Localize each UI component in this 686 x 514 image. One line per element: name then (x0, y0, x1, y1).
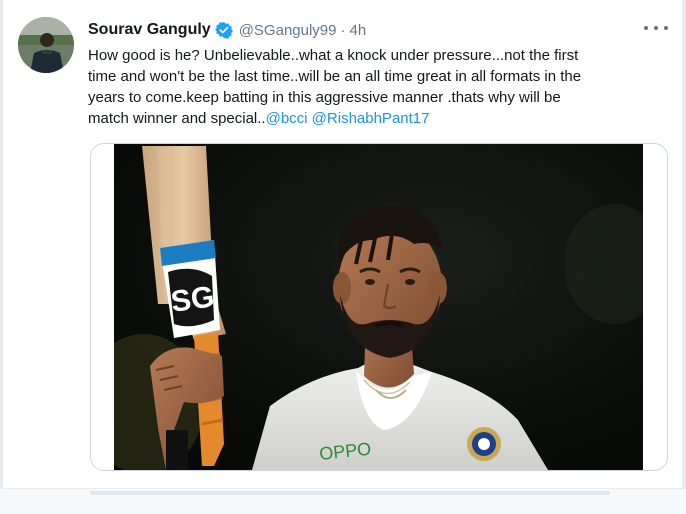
more-options-icon[interactable] (644, 20, 668, 36)
frame-left-edge (0, 0, 3, 514)
tweet-media[interactable]: SG OPPO (90, 143, 668, 471)
bat-logo-text: SG (169, 280, 217, 319)
avatar-image (18, 17, 74, 73)
player-photo: SG OPPO (114, 144, 643, 470)
more-dot (654, 26, 658, 30)
tweet-text-line-last: match winner and special..@bcci @Rishabh… (88, 108, 668, 129)
separator-dot: · (340, 21, 346, 39)
tweet-text-line: years to come.keep batting in this aggre… (88, 89, 561, 106)
frame-right-edge (682, 0, 686, 514)
tweet-text-line: time and won't be the last time..will be… (88, 68, 582, 85)
tweet-card[interactable]: Sourav Ganguly @SGanguly99 · 4h How good… (4, 0, 682, 489)
mention-link[interactable]: @bcci (266, 110, 308, 127)
mention-link[interactable]: @RishabhPant17 (312, 110, 430, 127)
tweet-page: Sourav Ganguly @SGanguly99 · 4h How good… (0, 0, 686, 514)
user-handle[interactable]: @SGanguly99 (239, 22, 337, 39)
tweet-text-line: How good is he? Unbelievable..what a kno… (88, 47, 579, 64)
tweet-header: Sourav Ganguly @SGanguly99 · 4h (88, 19, 366, 41)
more-dot (644, 26, 648, 30)
tweet-text-tail: match winner and special.. (88, 110, 266, 127)
tweet-text: How good is he? Unbelievable..what a kno… (88, 45, 668, 129)
next-tweet-divider (90, 491, 610, 495)
more-dot (664, 26, 668, 30)
display-name[interactable]: Sourav Ganguly (88, 21, 211, 39)
verified-badge-icon (214, 21, 233, 39)
timestamp[interactable]: 4h (350, 22, 367, 39)
avatar[interactable] (18, 17, 74, 73)
next-tweet-area (0, 489, 686, 514)
